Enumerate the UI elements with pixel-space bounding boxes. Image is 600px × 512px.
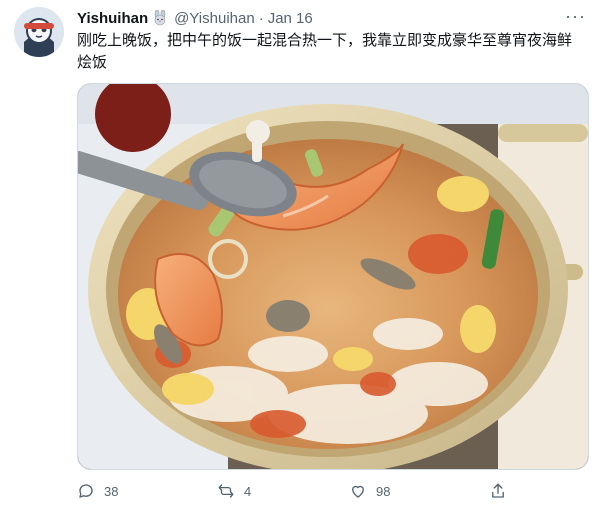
reply-button[interactable]: 38 [77,482,118,500]
retweet-icon [218,484,234,498]
rabbit-face-icon [151,10,169,26]
tweet-card[interactable]: ··· Yishuihan @Yishuihan · Jan 16 刚吃上晚饭，… [0,0,600,512]
retweet-button[interactable]: 4 [217,482,251,500]
tweet-actions: 38 4 98 [77,480,577,502]
avatar[interactable] [14,7,64,57]
more-options-icon[interactable]: ··· [565,7,586,25]
tweet-photo[interactable] [77,83,589,470]
reply-icon [79,484,93,498]
heart-icon [352,485,364,498]
tweet-text: 刚吃上晚饭，把中午的饭一起混合热一下，我靠立即变成豪华至尊宵夜海鲜烩饭 [77,32,573,71]
author-name[interactable]: Yishuihan [77,10,148,27]
share-icon [492,483,504,498]
tweet-date[interactable]: Jan 16 [268,10,313,27]
separator-dot: · [258,9,264,27]
share-button[interactable] [489,482,516,500]
author-handle[interactable]: @Yishuihan [174,10,255,27]
retweet-count: 4 [244,483,252,499]
like-button[interactable]: 98 [349,482,390,500]
tweet-header: Yishuihan @Yishuihan · Jan 16 [77,8,313,28]
like-count: 98 [376,483,391,499]
reply-count: 38 [104,483,119,499]
